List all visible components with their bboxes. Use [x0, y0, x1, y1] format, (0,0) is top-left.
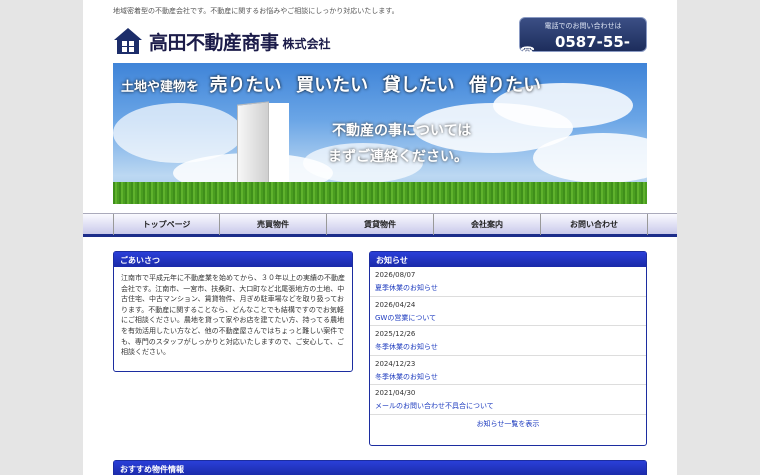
tel-banner[interactable]: 電話でのお問い合わせは ☎ 0587-55-7812	[519, 17, 647, 69]
company-suffix: 株式会社	[282, 37, 331, 51]
tel-label: 電話でのお問い合わせは	[544, 22, 622, 30]
news-title: お知らせ	[370, 252, 646, 267]
company-logo[interactable]: 高田不動産商事 株式会社	[113, 26, 331, 56]
nav-item-sale[interactable]: 売買物件	[220, 214, 327, 235]
hero-headline: 土地や建物を 売りたい 買いたい 貸したい 借りたい	[121, 71, 551, 97]
grass	[113, 182, 647, 204]
nav-item-contact[interactable]: お問い合わせ	[541, 214, 648, 235]
news-link[interactable]: 冬季休業のお知らせ	[375, 370, 641, 384]
hero-phrase-buy: 買いたい	[296, 75, 369, 96]
news-box: お知らせ 2026/08/07 夏季休業のお知らせ 2026/04/24 GWの…	[369, 251, 647, 446]
hero-lead: 土地や建物を	[121, 80, 200, 95]
hero-message: 不動産の事については まずご連絡ください。	[328, 118, 471, 170]
greeting-text: 江南市で平成元年に不動産業を始めてから、３０年以上の実績の不動産会社です。江南市…	[121, 274, 345, 357]
door-illustration	[237, 101, 269, 195]
news-date: 2025/12/26	[375, 330, 416, 338]
list-item: 2024/12/23 冬季休業のお知らせ	[370, 356, 646, 385]
tagline: 地域密着型の不動産会社です。不動産に関するお悩みやご相談にしっかり対応いたします…	[113, 7, 399, 15]
door-light	[269, 103, 289, 191]
news-link[interactable]: GWの営業について	[375, 311, 641, 325]
hero-phrase-lend: 貸したい	[382, 75, 455, 96]
news-link[interactable]: 夏季休業のお知らせ	[375, 281, 641, 295]
news-more-link[interactable]: お知らせ一覧を表示	[370, 415, 646, 429]
list-item: 2026/08/07 夏季休業のお知らせ	[370, 267, 646, 297]
list-item: 2026/04/24 GWの営業について	[370, 297, 646, 326]
news-date: 2026/04/24	[375, 300, 416, 309]
nav-item-top[interactable]: トップページ	[113, 214, 220, 235]
news-link[interactable]: 冬季休業のお知らせ	[375, 340, 641, 354]
recommend-title: おすすめ物件情報	[114, 461, 646, 475]
recommend-box: おすすめ物件情報	[113, 460, 647, 475]
list-item: 2021/04/30 メールのお問い合わせ不具合について	[370, 385, 646, 415]
hero-message-line1: 不動産の事については	[332, 123, 472, 139]
company-name: 高田不動産商事	[149, 31, 279, 54]
hero-phrase-rent: 借りたい	[469, 75, 542, 96]
house-icon	[113, 26, 143, 56]
news-date: 2026/08/07	[375, 271, 416, 279]
news-link[interactable]: メールのお問い合わせ不具合について	[375, 399, 641, 413]
global-nav: トップページ 売買物件 賃貸物件 会社案内 お問い合わせ	[83, 213, 677, 237]
nav-item-rental[interactable]: 賃貸物件	[327, 214, 434, 235]
greeting-title: ごあいさつ	[114, 252, 352, 267]
greeting-box: ごあいさつ 江南市で平成元年に不動産業を始めてから、３０年以上の実績の不動産会社…	[113, 251, 353, 372]
list-item: 2025/12/26 冬季休業のお知らせ	[370, 326, 646, 356]
news-date: 2021/04/30	[375, 389, 416, 397]
nav-item-company[interactable]: 会社案内	[434, 214, 541, 235]
hero-message-line2: まずご連絡ください。	[328, 149, 468, 165]
hero-phrase-sell: 売りたい	[209, 75, 282, 96]
phone-icon: ☎	[520, 44, 535, 58]
hero-banner: 土地や建物を 売りたい 買いたい 貸したい 借りたい 不動産の事については まず…	[113, 63, 647, 204]
news-date: 2024/12/23	[375, 359, 416, 368]
page: 地域密着型の不動産会社です。不動産に関するお悩みやご相談にしっかり対応いたします…	[83, 0, 677, 475]
